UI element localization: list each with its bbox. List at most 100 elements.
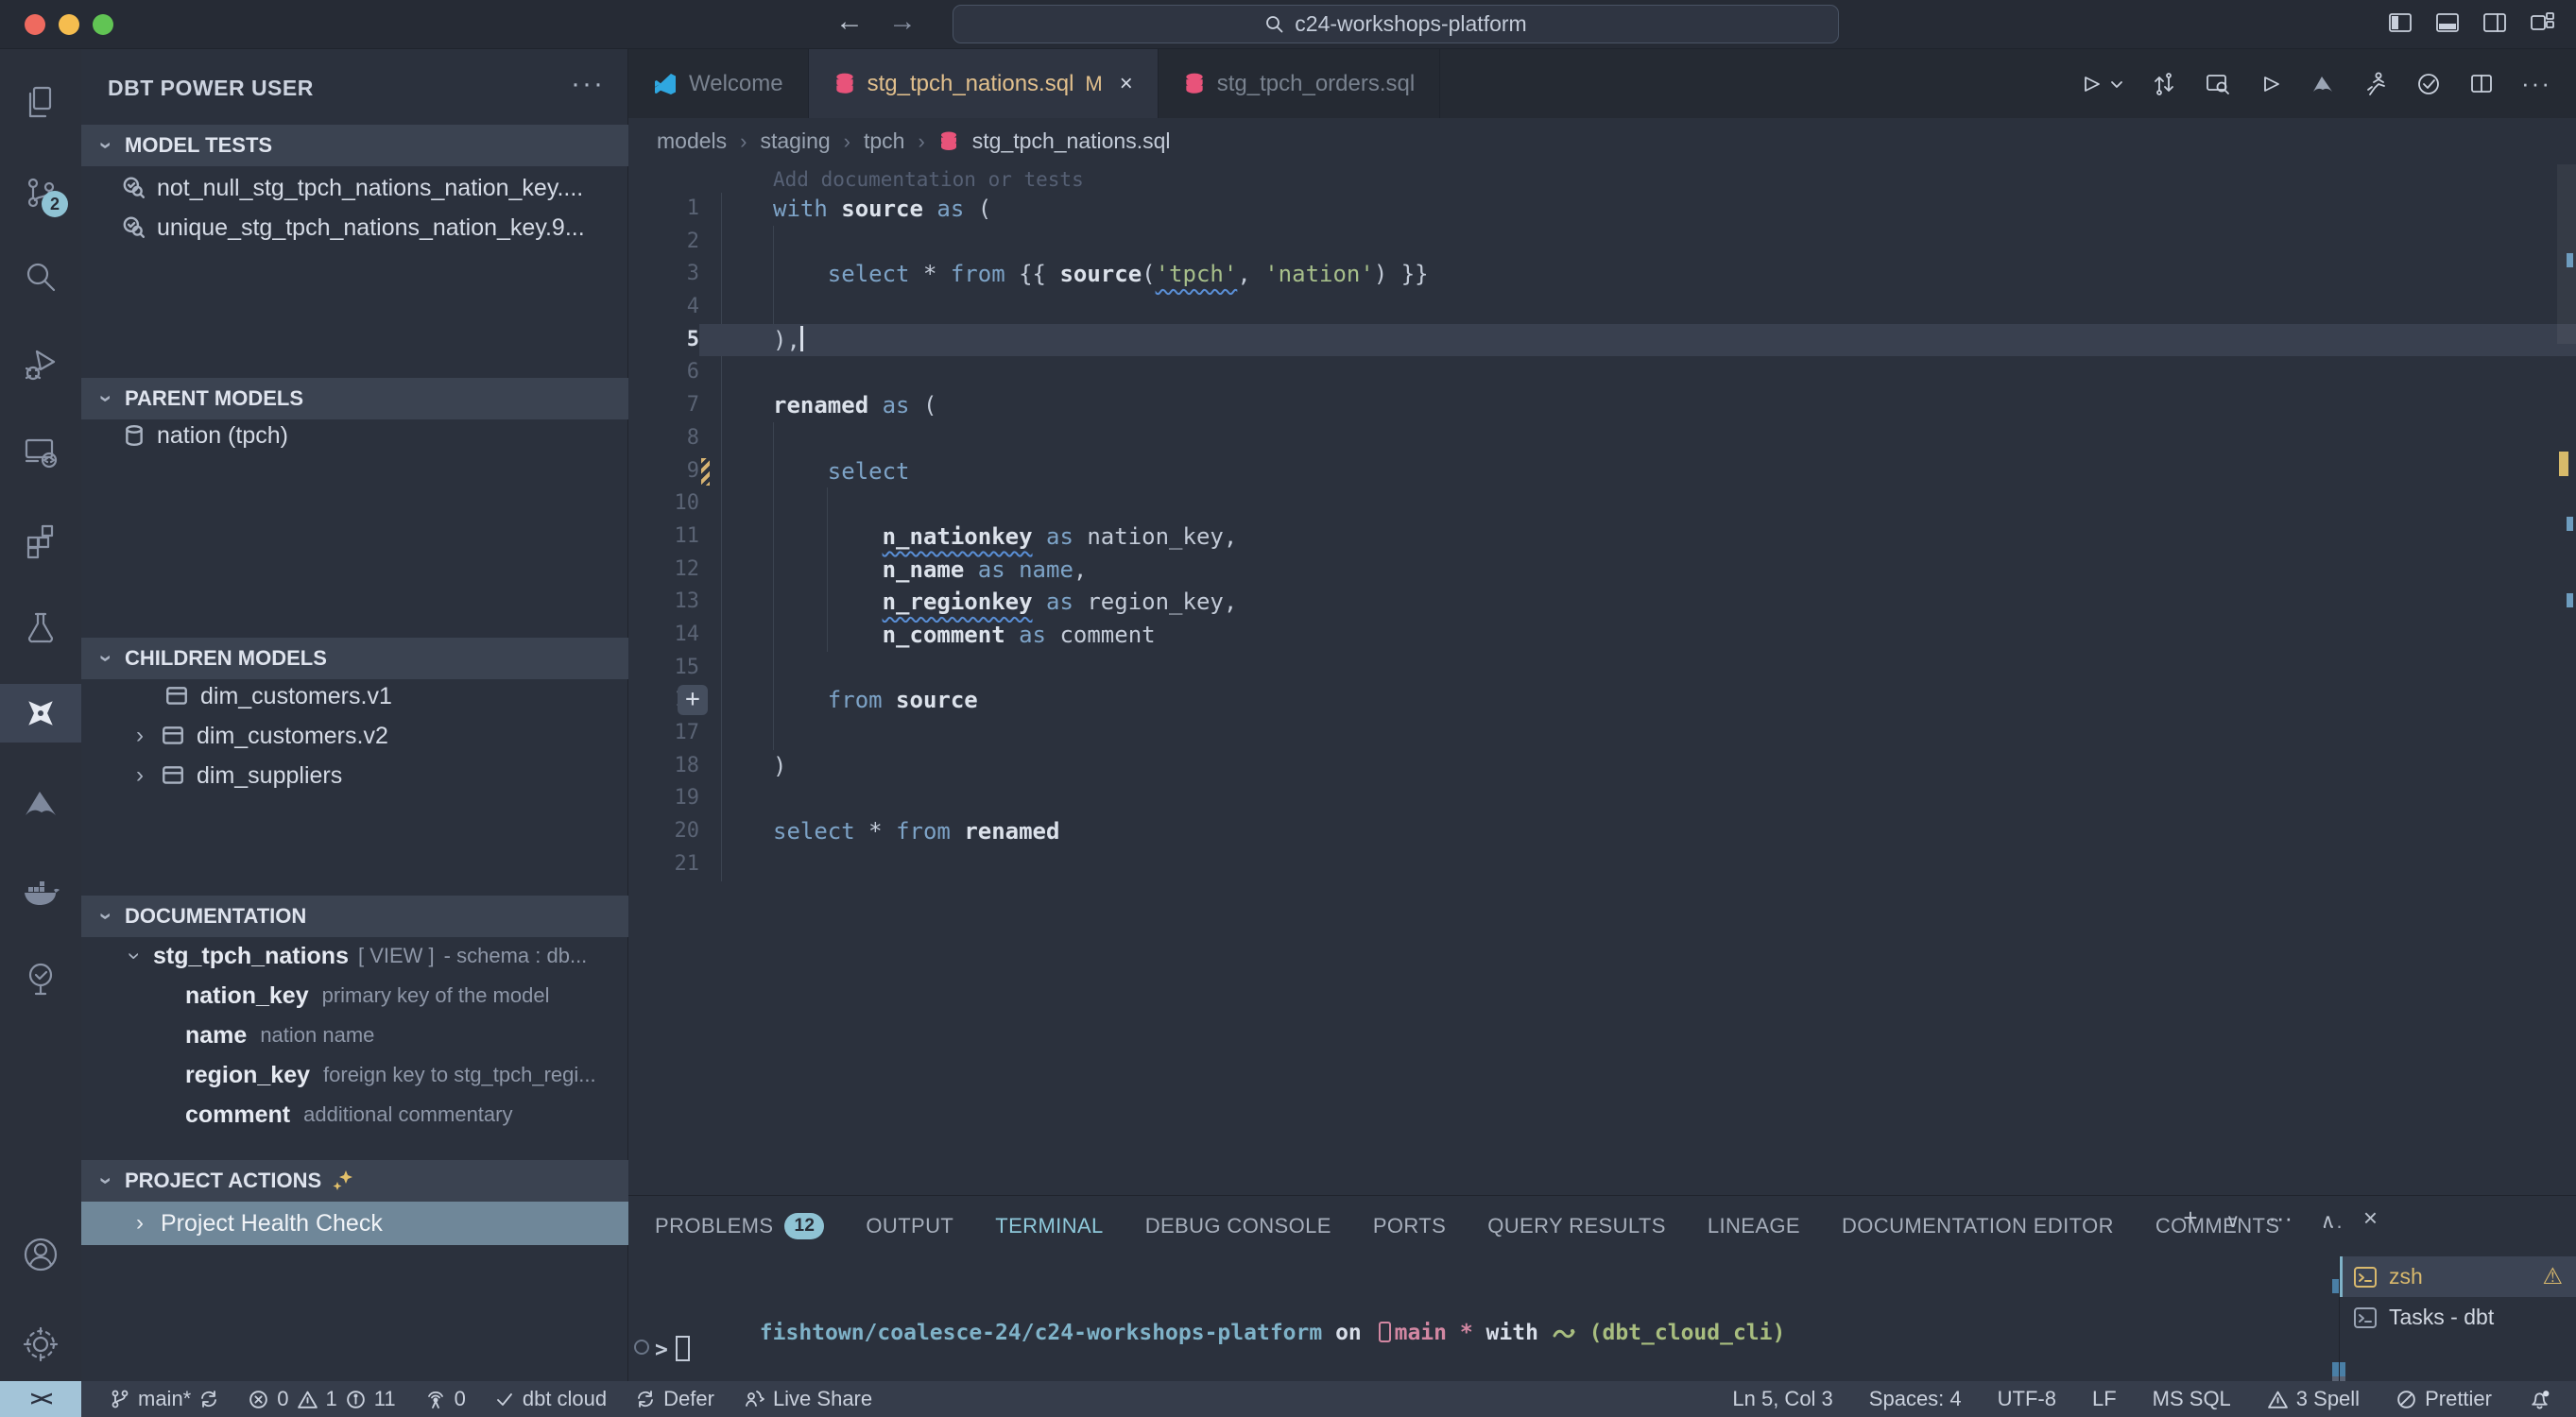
code-line[interactable]: 3 select * from {{ source('tpch', 'natio… — [628, 258, 2576, 291]
terminal-area[interactable]: fishtown/coalesce-24/c24-workshops-platf… — [628, 1262, 2320, 1382]
run-tests-runner-icon[interactable] — [2362, 71, 2389, 97]
code-line[interactable]: 13 n_regionkey as region_key, — [628, 586, 2576, 619]
panel-tab-output[interactable]: OUTPUT — [866, 1214, 953, 1238]
remote-indicator[interactable]: >< — [0, 1381, 81, 1417]
code-line[interactable]: 11 n_nationkey as nation_key, — [628, 521, 2576, 554]
customize-layout-icon[interactable] — [2529, 9, 2555, 36]
code-line[interactable]: 19 — [628, 782, 2576, 815]
panel-tab-problems[interactable]: PROBLEMS12 — [655, 1213, 824, 1239]
zoom-window-button[interactable] — [93, 14, 113, 35]
run-dropdown-icon[interactable] — [2077, 71, 2104, 97]
encoding-status[interactable]: UTF-8 — [1998, 1387, 2056, 1411]
panel-tab-documentation-editor[interactable]: DOCUMENTATION EDITOR — [1842, 1214, 2114, 1238]
code-line[interactable]: 15 — [628, 652, 2576, 685]
documentation-column-row[interactable]: comment additional commentary — [81, 1095, 628, 1135]
close-panel-icon[interactable]: × — [2363, 1204, 2378, 1233]
code-line[interactable]: 4 — [628, 291, 2576, 324]
command-center-search[interactable]: c24-workshops-platform — [953, 5, 1839, 43]
mountain-a-extension-icon[interactable] — [0, 775, 81, 833]
new-terminal-icon[interactable]: + — [2183, 1204, 2197, 1233]
remote-explorer-icon[interactable] — [0, 423, 81, 482]
explorer-icon[interactable] — [0, 74, 81, 132]
child-model-item[interactable]: dim_customers.v1 — [81, 676, 628, 716]
live-share-status[interactable]: Live Share — [743, 1387, 872, 1411]
toggle-primary-sidebar-icon[interactable] — [2387, 9, 2413, 36]
testing-beaker-icon[interactable] — [0, 599, 81, 657]
git-branch-status[interactable]: main* — [110, 1387, 219, 1411]
cursor-position-status[interactable]: Ln 5, Col 3 — [1732, 1387, 1832, 1411]
tab-welcome[interactable]: Welcome — [628, 49, 809, 118]
split-editor-icon[interactable] — [2468, 71, 2495, 97]
parent-model-item[interactable]: nation (tpch) — [81, 416, 628, 455]
code-line[interactable]: 8 — [628, 422, 2576, 455]
code-line[interactable]: 17 — [628, 717, 2576, 750]
dbt-cloud-status[interactable]: dbt cloud — [494, 1387, 607, 1411]
lineage-swap-icon[interactable] — [2151, 71, 2177, 97]
code-line[interactable]: 14 n_comment as comment — [628, 619, 2576, 652]
language-mode-status[interactable]: MS SQL — [2153, 1387, 2231, 1411]
code-line[interactable]: 7renamed as ( — [628, 389, 2576, 422]
code-line[interactable]: 18) — [628, 750, 2576, 783]
history-forward-button[interactable]: → — [888, 6, 917, 38]
child-model-item[interactable]: › dim_suppliers — [81, 756, 628, 795]
tab-stg-tpch-nations[interactable]: stg_tpch_nations.sql M × — [809, 49, 1159, 118]
code-line[interactable]: 9 select — [628, 455, 2576, 488]
problems-status[interactable]: 0 1 11 — [248, 1387, 395, 1411]
defer-status[interactable]: Defer — [635, 1387, 714, 1411]
check-circle-icon[interactable] — [2415, 71, 2442, 97]
documentation-column-row[interactable]: region_key foreign key to stg_tpch_regi.… — [81, 1055, 628, 1095]
code-lines[interactable]: 1with source as (23 select * from {{ sou… — [628, 193, 2576, 880]
section-header-project-actions[interactable]: › PROJECT ACTIONS — [81, 1160, 628, 1202]
documentation-column-row[interactable]: nation_key primary key of the model — [81, 976, 628, 1016]
breadcrumb-item[interactable]: models — [657, 128, 727, 154]
accounts-icon[interactable] — [0, 1225, 81, 1284]
panel-tab-ports[interactable]: PORTS — [1373, 1214, 1446, 1238]
mountain-a-action-icon[interactable] — [2310, 71, 2336, 97]
panel-tab-debug-console[interactable]: DEBUG CONSOLE — [1145, 1214, 1331, 1238]
search-sidebar-icon[interactable] — [0, 248, 81, 306]
panel-tab-query-results[interactable]: QUERY RESULTS — [1487, 1214, 1666, 1238]
docker-icon[interactable] — [0, 861, 81, 919]
breadcrumb-file[interactable]: stg_tpch_nations.sql — [972, 128, 1171, 154]
code-editor[interactable]: Add documentation or tests 1with source … — [628, 164, 2576, 1195]
dbt-power-user-icon[interactable] — [0, 684, 81, 743]
section-header-documentation[interactable]: › DOCUMENTATION — [81, 896, 628, 937]
project-health-check-item[interactable]: › Project Health Check — [81, 1202, 628, 1245]
settings-gear-icon[interactable] — [0, 1315, 81, 1374]
maximize-panel-icon[interactable]: ∧ — [2321, 1204, 2335, 1233]
code-line[interactable]: 5), — [628, 324, 2576, 357]
code-line[interactable]: 6 — [628, 356, 2576, 389]
code-line[interactable]: 16 from source — [628, 684, 2576, 717]
panel-more-icon[interactable]: ··· — [2268, 1204, 2293, 1233]
code-line[interactable]: 2 — [628, 226, 2576, 259]
terminal-tab-tasks-dbt[interactable]: Tasks - dbt — [2340, 1297, 2576, 1338]
section-header-children-models[interactable]: › CHILDREN MODELS — [81, 638, 628, 679]
panel-tab-terminal[interactable]: TERMINAL — [995, 1214, 1103, 1238]
breadcrumb-item[interactable]: staging — [760, 128, 830, 154]
preview-query-icon[interactable] — [2204, 71, 2230, 97]
notifications-bell-icon[interactable] — [2528, 1388, 2551, 1411]
prettier-status[interactable]: Prettier — [2396, 1387, 2492, 1411]
documentation-column-row[interactable]: name nation name — [81, 1016, 628, 1055]
minimize-window-button[interactable] — [59, 14, 79, 35]
breadcrumb-item[interactable]: tpch — [864, 128, 904, 154]
close-window-button[interactable] — [25, 14, 45, 35]
toggle-panel-icon[interactable] — [2434, 9, 2461, 36]
code-line[interactable]: 21 — [628, 848, 2576, 881]
extensions-icon[interactable] — [0, 512, 81, 571]
child-model-item[interactable]: › dim_customers.v2 — [81, 716, 628, 756]
eol-status[interactable]: LF — [2092, 1387, 2117, 1411]
model-test-item[interactable]: not_null_stg_tpch_nations_nation_key.... — [81, 168, 628, 208]
panel-tab-lineage[interactable]: LINEAGE — [1708, 1214, 1800, 1238]
tab-stg-tpch-orders[interactable]: stg_tpch_orders.sql — [1159, 49, 1440, 118]
terminal-tab-zsh[interactable]: zsh ⚠ — [2340, 1256, 2576, 1297]
history-back-button[interactable]: ← — [835, 6, 864, 38]
section-header-parent-models[interactable]: › PARENT MODELS — [81, 378, 628, 419]
code-line[interactable]: 12 n_name as name, — [628, 554, 2576, 587]
documentation-model-row[interactable]: › stg_tpch_nations [ VIEW ] - schema : d… — [81, 936, 628, 976]
model-test-item[interactable]: unique_stg_tpch_nations_nation_key.9... — [81, 208, 628, 248]
code-line[interactable]: 20select * from renamed — [628, 815, 2576, 848]
execute-model-icon[interactable] — [2257, 71, 2283, 97]
close-tab-icon[interactable]: × — [1120, 71, 1133, 97]
terminal-input[interactable]: > — [655, 1336, 690, 1362]
